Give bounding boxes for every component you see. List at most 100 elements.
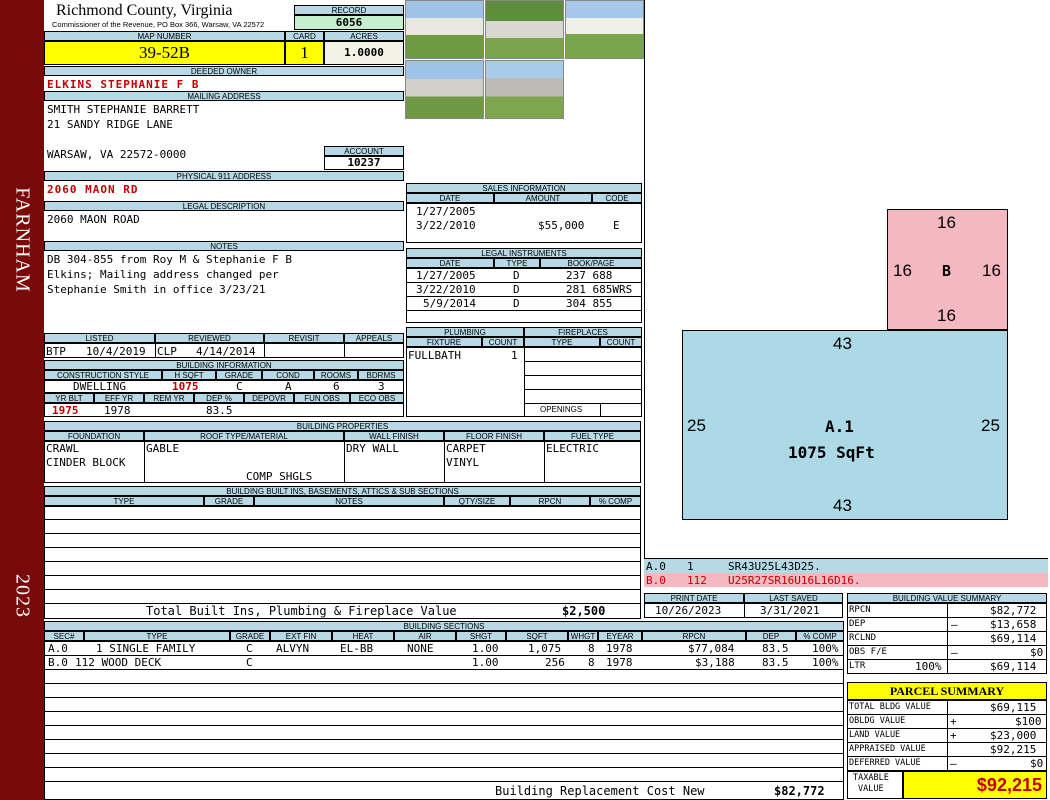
acres-header: ACRES	[324, 31, 404, 41]
fixture-count: 1	[511, 349, 518, 362]
legend-b-code: U25R27SR16U16L16D16.	[728, 574, 861, 587]
roof-type: GABLE	[146, 442, 180, 455]
a-left-dim: 25	[687, 416, 706, 435]
taxable-label-1: TAXABLE	[853, 773, 889, 783]
inst-book-3: 304 855	[566, 297, 613, 310]
sec-b-rpcn: $3,188	[695, 656, 735, 669]
col-sec-rpcn: RPCN	[642, 631, 746, 641]
revisit-header: REVISIT	[264, 333, 344, 343]
physical-header: PHYSICAL 911 ADDRESS	[44, 171, 404, 181]
sec-b-id: B.0	[48, 656, 68, 669]
col-sec-air: AIR	[394, 631, 456, 641]
col-bi-qty: QTY/SIZE	[444, 496, 510, 506]
col-fixture: FIXTURE	[406, 337, 482, 347]
col-fp-type: TYPE	[524, 337, 600, 347]
sec-b-comp: 100%	[812, 656, 839, 669]
parcel-obldg: $100	[1015, 715, 1042, 728]
sections-header: BUILDING SECTIONS	[44, 621, 844, 631]
a-right-dim: 25	[981, 416, 1000, 435]
last-saved-header: LAST SAVED	[744, 593, 843, 603]
sec-b-sqft: 256	[545, 656, 565, 669]
a-area: 1075 SqFt	[788, 443, 875, 462]
col-sec: SEC#	[44, 631, 84, 641]
sale-date-1: 1/27/2005	[416, 205, 476, 218]
legend-a-code: SR43U25L43D25.	[728, 560, 821, 573]
replacement-cost: $82,772	[774, 784, 825, 798]
appeals-header: APPEALS	[344, 333, 404, 343]
col-sec-heat: HEAT	[332, 631, 394, 641]
col-ecoobs: ECO OBS	[350, 393, 404, 403]
listed-header: LISTED	[44, 333, 155, 343]
fuel-type: ELECTRIC	[546, 442, 599, 455]
col-sec-dep: DEP	[746, 631, 796, 641]
house-photo-2[interactable]	[485, 0, 564, 59]
sec-a-eyear: 1978	[606, 642, 633, 655]
bvs-ltr-pct: 100%	[915, 660, 942, 673]
col-bi-type: TYPE	[44, 496, 204, 506]
b-top-dim: 16	[937, 213, 956, 232]
a-label: A.1	[825, 417, 854, 436]
legend-b-id: B.0	[646, 574, 666, 587]
a-bottom-dim: 43	[833, 496, 852, 515]
b-bottom-dim: 16	[937, 306, 956, 325]
bvs-rpcn: $82,772	[990, 604, 1037, 617]
house-photo-1[interactable]	[405, 0, 484, 59]
parcel-deferred: $0	[1030, 757, 1044, 770]
a-top-dim: 43	[833, 334, 852, 353]
replacement-cost-label: Building Replacement Cost New	[495, 784, 705, 798]
col-bi-grade: GRADE	[204, 496, 254, 506]
reviewed-by: CLP	[157, 345, 177, 358]
bvs-ltr: $69,114	[990, 660, 1037, 673]
bdrms-value: 3	[378, 380, 385, 393]
inst-date-2: 3/22/2010	[416, 283, 476, 296]
mailing-header: MAILING ADDRESS	[44, 91, 404, 101]
mail-line-1: SMITH STEPHANIE BARRETT	[47, 103, 200, 116]
col-inst-date: DATE	[406, 258, 494, 268]
bvs-obs: $0	[1030, 646, 1044, 659]
parcel-deferred-sign: –	[950, 757, 957, 770]
house-photo-5[interactable]	[485, 60, 564, 119]
col-sec-type: TYPE	[84, 631, 230, 641]
builtins-total-label: Total Built Ins, Plumbing & Fireplace Va…	[146, 604, 457, 618]
parcel-appraised: $92,215	[990, 743, 1037, 756]
col-yrblt: YR BLT	[44, 393, 94, 403]
builtins-header: BUILDING BUILT INS, BASEMENTS, ATTICS & …	[44, 486, 641, 496]
last-saved: 3/31/2021	[760, 604, 820, 617]
sec-a-comp: 100%	[812, 642, 839, 655]
notes-line-1: DB 304-855 from Roy M & Stephanie F B	[47, 253, 293, 266]
sec-a-rpcn: $77,084	[688, 642, 735, 655]
foundation-1: CRAWL	[46, 442, 80, 455]
bvs-rclnd-label: RCLND	[849, 633, 877, 643]
owner-name: ELKINS STEPHANIE F B	[47, 78, 200, 91]
sec-b-dep: 83.5	[762, 656, 789, 669]
col-sec-shgt: SHGT	[456, 631, 506, 641]
col-depovr: DEPOVR	[244, 393, 294, 403]
record-value: 6056	[294, 15, 404, 30]
col-bdrms: BDRMS	[358, 370, 404, 380]
rooms-value: 6	[333, 380, 340, 393]
col-dep: DEP %	[194, 393, 244, 403]
legend-b-n: 112	[687, 574, 707, 587]
notes-header: NOTES	[44, 241, 404, 251]
print-date-header: PRINT DATE	[644, 593, 744, 603]
year-built: 1975	[52, 404, 79, 417]
b-label: B	[942, 262, 952, 280]
parcel-bldg: $69,115	[990, 701, 1037, 714]
foundation-2: CINDER BLOCK	[46, 456, 126, 469]
mail-line-3: WARSAW, VA 22572-0000	[47, 148, 187, 161]
print-date: 10/26/2023	[655, 604, 722, 617]
sale-code-2: E	[613, 219, 620, 232]
inst-type-1: D	[513, 269, 520, 282]
house-photo-4[interactable]	[405, 60, 484, 119]
bvs-dep-sign: –	[951, 618, 958, 631]
col-sale-amount: AMOUNT	[494, 193, 592, 203]
bvs-dep-label: DEP	[849, 619, 866, 629]
notes-line-3: Stephanie Smith in office 3/23/21	[47, 283, 266, 296]
house-photo-3[interactable]	[565, 0, 644, 59]
col-sec-whgt: WHGT	[568, 631, 598, 641]
bvs-ltr-label: LTR	[849, 661, 866, 671]
physical-address: 2060 MAON RD	[47, 183, 139, 196]
col-sec-comp: % COMP	[796, 631, 844, 641]
year-label: 2023	[11, 574, 34, 618]
col-foundation: FOUNDATION	[44, 431, 144, 441]
